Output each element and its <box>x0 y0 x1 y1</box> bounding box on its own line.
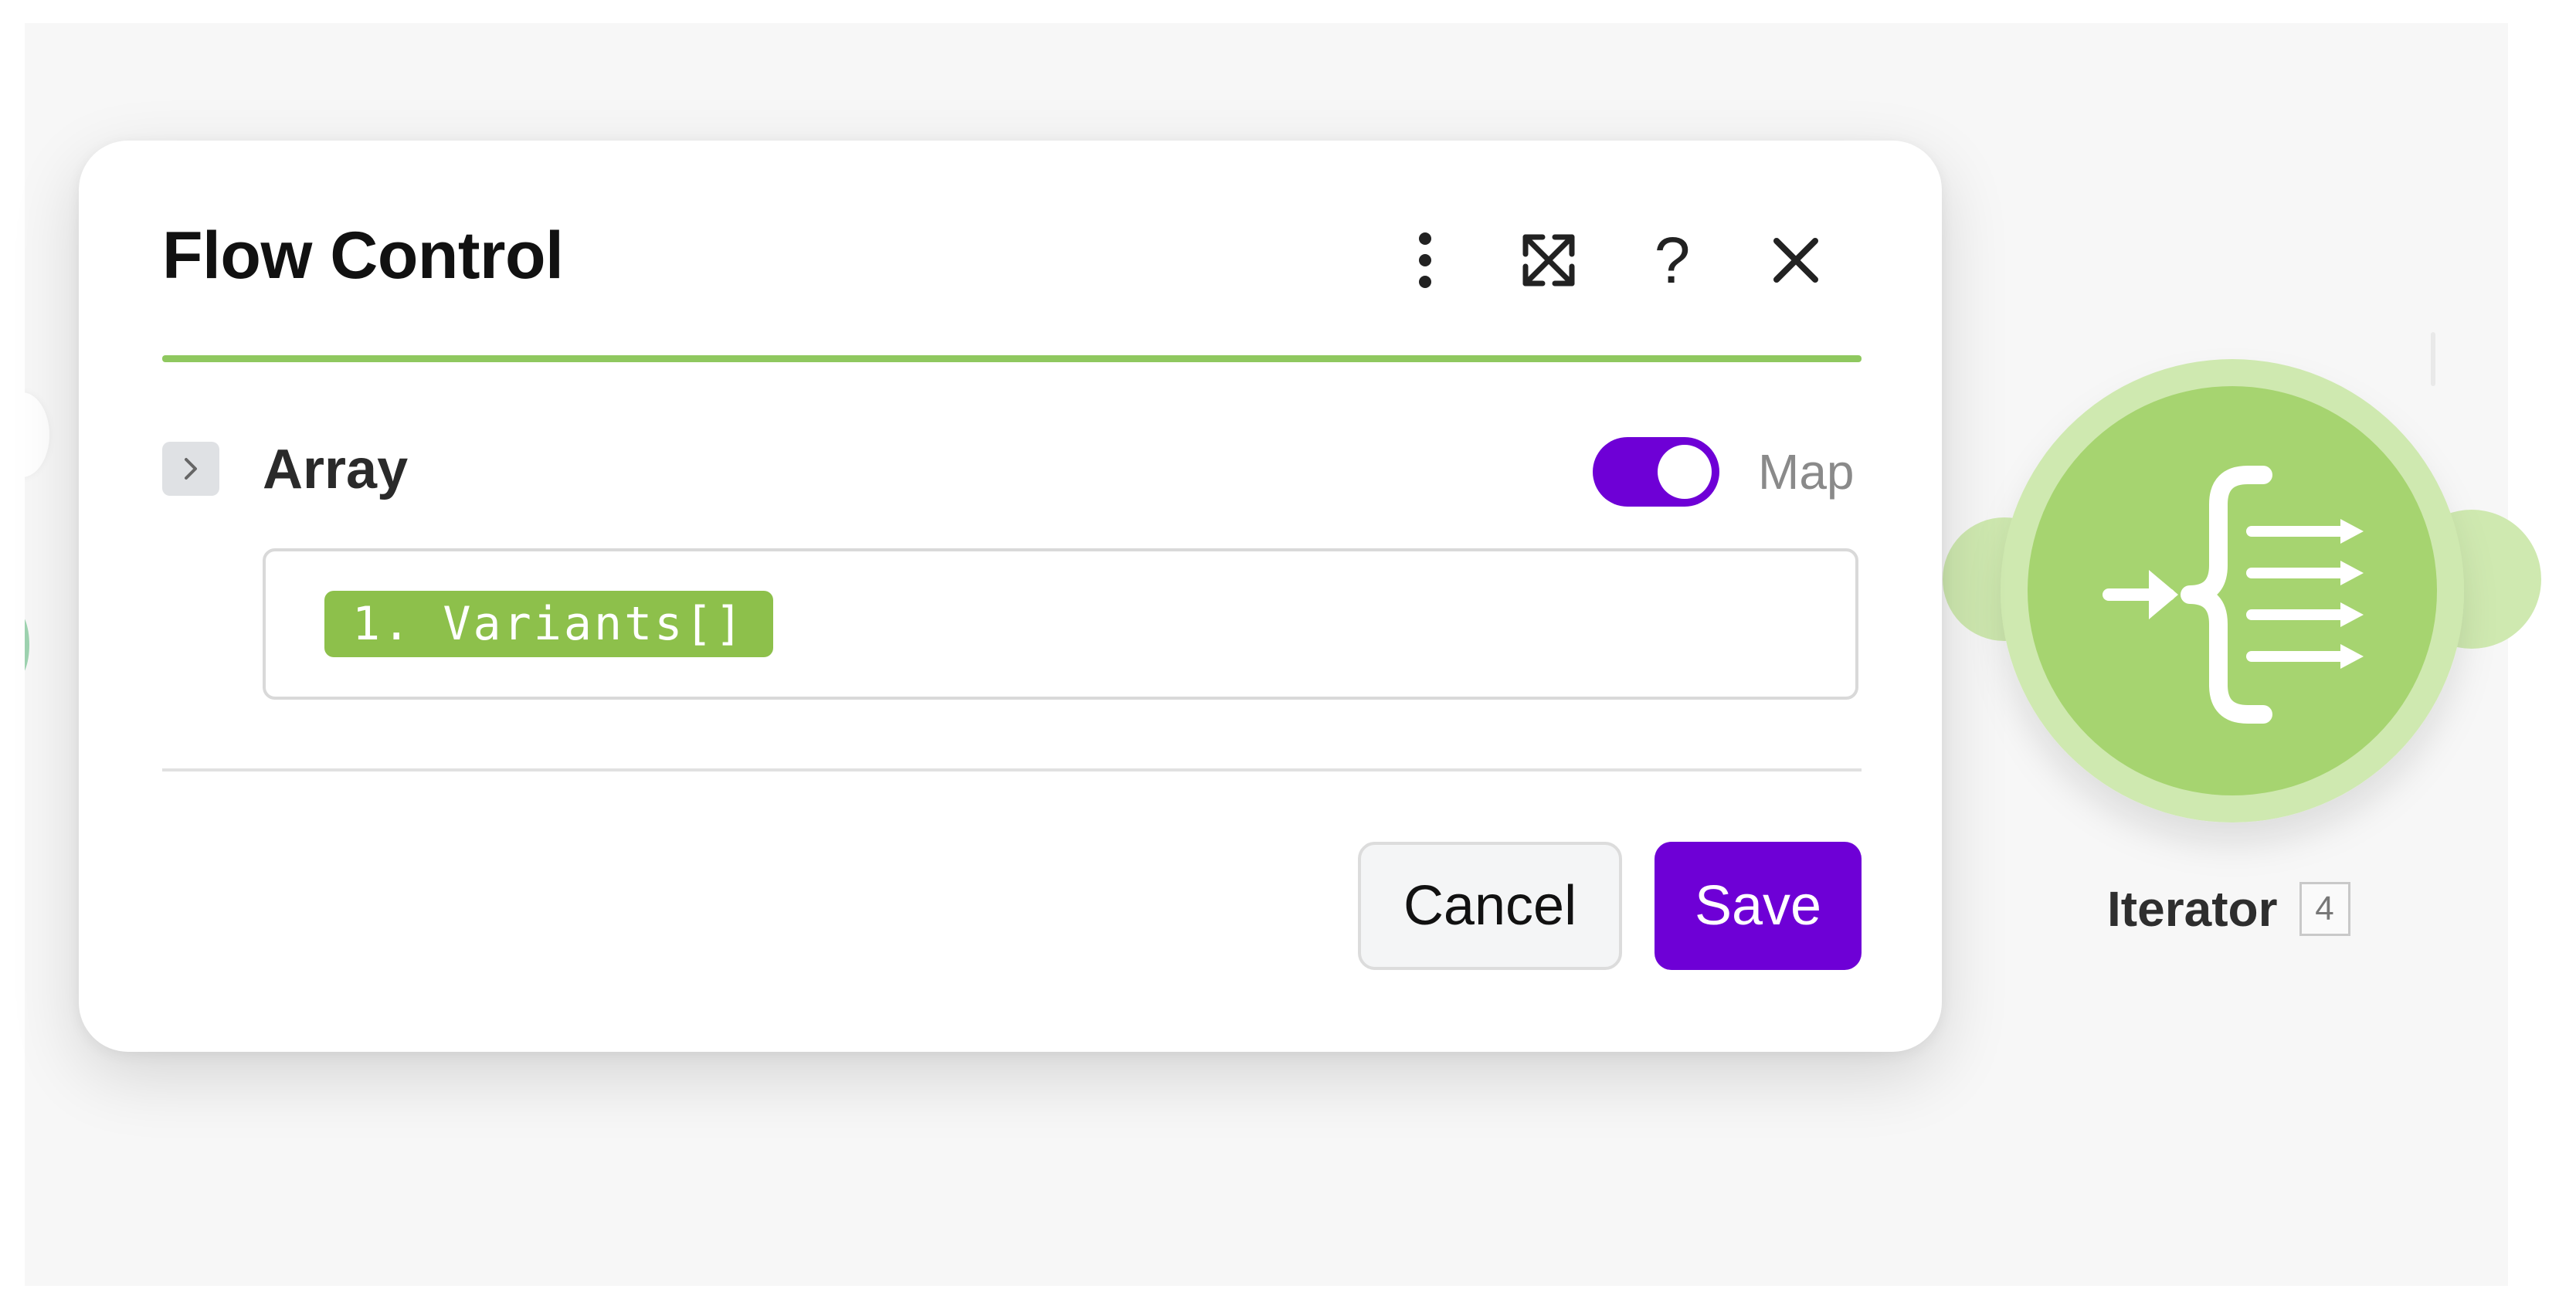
module-label: Iterator 4 <box>2107 880 2350 938</box>
module-name: Iterator <box>2107 881 2278 937</box>
close-icon <box>1773 238 1818 283</box>
cancel-button[interactable]: Cancel <box>1358 842 1622 970</box>
dialog-title: Flow Control <box>162 219 564 293</box>
offscreen-module-edge <box>25 392 49 477</box>
help-button[interactable]: ? <box>1630 218 1715 303</box>
flow-control-dialog: Flow Control ? Array Map 1. Variants[] C… <box>79 141 1942 1052</box>
header-accent-line <box>162 355 1862 362</box>
module-core <box>2028 386 2437 795</box>
field-expand-toggle[interactable] <box>162 442 219 496</box>
map-toggle-switch[interactable] <box>1593 437 1719 507</box>
expand-icon <box>1522 234 1575 287</box>
array-mapping-input[interactable]: 1. Variants[] <box>263 548 1858 700</box>
array-field-label: Array <box>263 439 409 500</box>
iterator-module-graphic <box>1943 359 2541 822</box>
module-id-badge: 4 <box>2299 882 2350 936</box>
mapped-variable-token[interactable]: 1. Variants[] <box>324 591 773 657</box>
map-toggle-label: Map <box>1758 444 1855 500</box>
close-button[interactable] <box>1753 218 1838 303</box>
more-options-button[interactable] <box>1383 218 1468 303</box>
more-vertical-icon <box>1419 232 1431 288</box>
iterator-module[interactable] <box>1931 340 2549 958</box>
chevron-right-icon <box>185 458 197 480</box>
save-button[interactable]: Save <box>1655 842 1862 970</box>
help-icon: ? <box>1654 223 1691 297</box>
map-toggle-knob <box>1658 445 1712 499</box>
offscreen-module-edge-green <box>25 610 29 680</box>
footer-divider <box>162 768 1862 771</box>
expand-button[interactable] <box>1506 218 1591 303</box>
